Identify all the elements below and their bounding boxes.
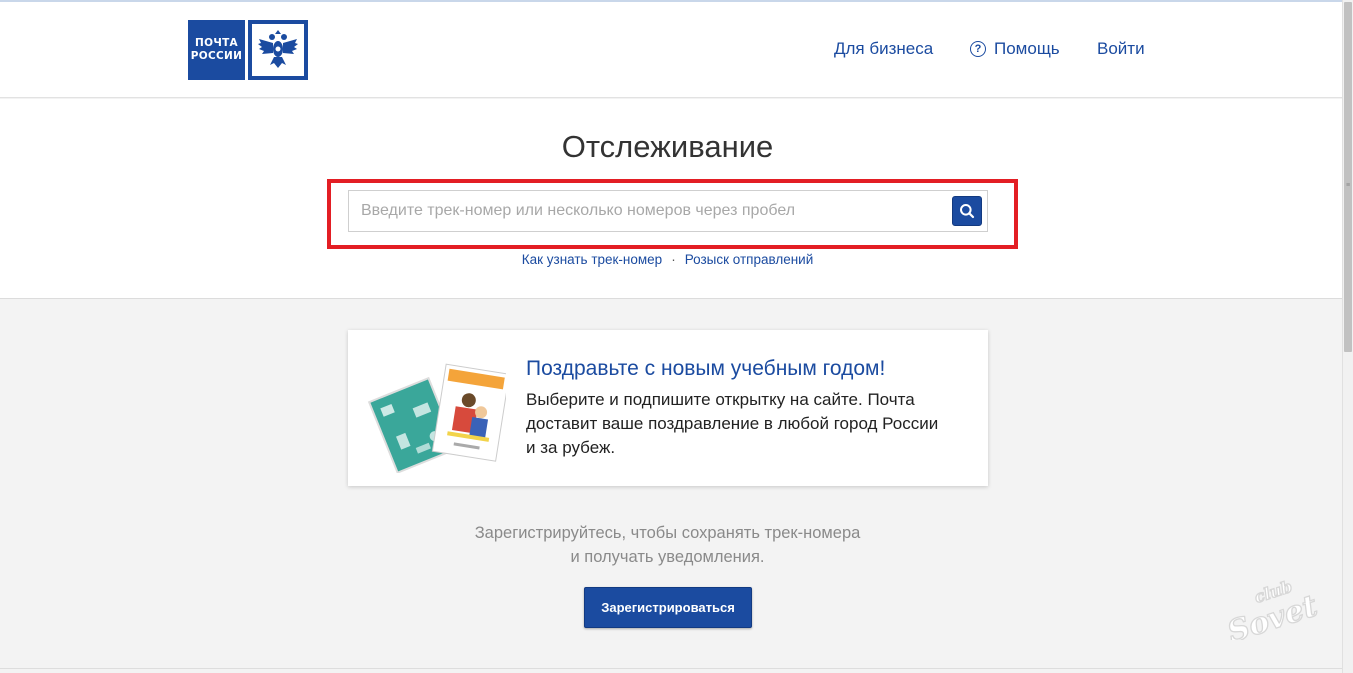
nav-help-label: Помощь bbox=[994, 39, 1060, 58]
track-number-input[interactable] bbox=[349, 191, 949, 231]
register-prompt-line-1: Зарегистрируйтесь, чтобы сохранять трек-… bbox=[474, 524, 861, 542]
promo-text: Выберите и подпишите открытку на сайте. … bbox=[526, 390, 939, 457]
search-button[interactable] bbox=[952, 196, 982, 226]
register-prompt: Зарегистрируйтесь, чтобы сохранять трек-… bbox=[0, 521, 1335, 569]
top-nav: Для бизнеса ? Помощь Войти bbox=[0, 2, 1342, 98]
nav-login-link[interactable]: Войти bbox=[1097, 39, 1145, 59]
footer-divider bbox=[0, 668, 1342, 669]
search-icon bbox=[960, 204, 975, 219]
club-sovet-watermark: club Sovet bbox=[1218, 570, 1328, 651]
tracking-section: Отслеживание Как узнать трек-номер · Розыс… bbox=[0, 99, 1342, 299]
links-separator: · bbox=[671, 252, 676, 267]
scrollbar-thumb[interactable]: ≡ bbox=[1344, 2, 1352, 352]
register-button[interactable]: Зарегистрироваться bbox=[584, 587, 752, 628]
tracking-search-box bbox=[348, 190, 988, 232]
help-circle-icon: ? bbox=[970, 41, 986, 57]
scrollbar-grip-icon: ≡ bbox=[1346, 182, 1351, 189]
register-prompt-line-2: и получать уведомления. bbox=[570, 548, 765, 566]
vertical-scrollbar[interactable]: ≡ bbox=[1342, 0, 1353, 673]
promo-title[interactable]: Поздравьте с новым учебным годом! bbox=[526, 357, 885, 381]
nav-help-link[interactable]: ? Помощь bbox=[970, 39, 1060, 59]
tracking-help-links: Как узнать трек-номер · Розыск отправлений bbox=[0, 252, 1335, 267]
site-header: ПОЧТА РОССИИ Для бизнеса ? Помощь Войти bbox=[0, 2, 1342, 98]
nav-business-link[interactable]: Для бизнеса bbox=[834, 39, 933, 59]
postcards-image bbox=[366, 348, 510, 474]
page-title: Отслеживание bbox=[561, 129, 774, 164]
search-shipments-link[interactable]: Розыск отправлений bbox=[685, 252, 814, 267]
promo-card[interactable]: Поздравьте с новым учебным годом! Выбери… bbox=[348, 330, 988, 486]
how-to-find-track-link[interactable]: Как узнать трек-номер bbox=[522, 252, 662, 267]
